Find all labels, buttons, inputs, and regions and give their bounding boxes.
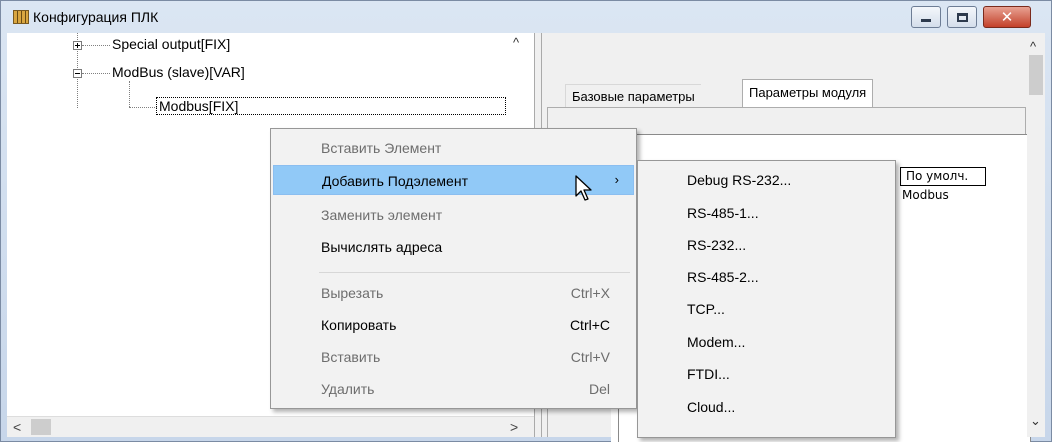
menu-item-label: FTDI... [687,366,730,382]
window-title: Конфигурация ПЛК [33,9,159,25]
menu-item-label: Вырезать [321,285,384,301]
menu-item-cut[interactable]: Вырезать Ctrl+X [273,278,634,308]
submenu-item-rs485-2[interactable]: RS-485-2... [640,262,893,292]
menu-item-label: Заменить элемент [321,207,443,223]
menu-item-label: RS-485-1... [687,205,759,221]
tree-item-modbus-fix[interactable]: Modbus[FIX] [156,97,506,115]
menu-item-label: RS-485-2... [687,269,759,285]
tab-module-params[interactable]: Параметры модуля [742,79,874,108]
submenu-item-ftdi[interactable]: FTDI... [640,359,893,389]
menu-item-delete[interactable]: Удалить Del [273,374,634,404]
submenu-item-rs485-1[interactable]: RS-485-1... [640,198,893,228]
collapse-icon[interactable] [73,69,82,78]
menu-item-paste[interactable]: Вставить Ctrl+V [273,342,634,372]
column-header-default[interactable]: По умолч. [900,167,986,186]
minimize-button[interactable] [911,6,941,28]
tree-connector [82,73,110,74]
mouse-pointer-icon [575,175,592,201]
menu-item-label: Добавить Подэлемент [322,173,468,189]
tree-item-special-output[interactable]: Special output[FIX] [112,36,230,52]
scroll-up-icon[interactable]: ^ [513,35,519,50]
submenu-item-debug-rs232[interactable]: Debug RS-232... [640,165,893,195]
context-menu: Вставить Элемент Добавить Подэлемент › З… [270,128,637,409]
menu-item-label: Cloud... [687,399,736,415]
menu-item-copy[interactable]: Копировать Ctrl+C [273,310,634,340]
menu-item-label: Debug RS-232... [687,172,792,188]
tab-basic-params[interactable]: Базовые параметры [565,84,701,108]
menu-item-replace-element[interactable]: Заменить элемент [273,200,634,230]
scroll-thumb[interactable] [31,419,51,435]
shortcut-label: Ctrl+X [570,285,610,301]
scroll-right-icon[interactable]: > [510,419,518,435]
horizontal-scrollbar[interactable]: < > [7,416,534,437]
menu-item-label: Modem... [687,334,746,350]
menu-separator [319,272,630,273]
shortcut-label: Ctrl+V [570,349,610,365]
add-subelement-submenu: Debug RS-232... RS-485-1... RS-232... RS… [637,160,896,438]
menu-item-label: TCP... [687,301,725,317]
scroll-left-icon[interactable]: < [13,419,21,435]
tree-connector [129,81,130,107]
maximize-button[interactable] [947,6,977,28]
title-bar[interactable]: Конфигурация ПЛК ✕ [1,1,1051,33]
submenu-item-rs232[interactable]: RS-232... [640,230,893,260]
menu-item-label: Вычислять адреса [321,239,443,255]
expand-icon[interactable] [73,41,82,50]
scroll-up-icon[interactable]: ^ [1030,39,1036,54]
scroll-thumb[interactable] [1029,55,1043,95]
maximize-icon [956,12,968,22]
shortcut-label: Del [588,381,610,397]
tree-connector [82,45,110,46]
submenu-arrow-icon: › [614,172,619,187]
minimize-icon [921,18,931,22]
table-cell[interactable]: Modbus [902,188,949,202]
tree-item-modbus-slave[interactable]: ModBus (slave)[VAR] [112,64,245,80]
submenu-item-cloud[interactable]: Cloud... [640,392,893,422]
menu-item-label: Вставить [321,349,381,365]
menu-item-insert-element[interactable]: Вставить Элемент [273,133,634,163]
close-button[interactable]: ✕ [983,6,1031,28]
submenu-item-tcp[interactable]: TCP... [640,294,893,324]
plc-config-icon [13,10,29,24]
menu-item-label: RS-232... [687,237,747,253]
close-icon: ✕ [1000,8,1014,26]
menu-item-label: Удалить [321,381,375,397]
submenu-item-modem[interactable]: Modem... [640,327,893,357]
menu-item-calc-addresses[interactable]: Вычислять адреса [273,232,634,262]
tree-connector [129,107,157,108]
scroll-down-icon[interactable]: ⌄ [1030,413,1041,429]
menu-item-label: Копировать [321,317,397,333]
vertical-scrollbar[interactable]: ^ ⌄ [1027,33,1045,437]
menu-item-label: Вставить Элемент [321,140,442,156]
shortcut-label: Ctrl+C [569,317,610,333]
